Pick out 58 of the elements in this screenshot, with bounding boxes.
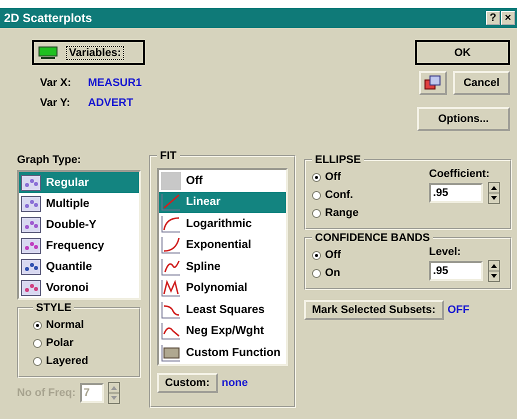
ok-button[interactable]: OK xyxy=(415,40,510,65)
custom-value: none xyxy=(222,376,248,388)
custom-button[interactable]: Custom: xyxy=(157,372,218,392)
options-button[interactable]: Options... xyxy=(417,107,510,131)
close-button[interactable]: × xyxy=(501,11,515,25)
chart-icon xyxy=(21,196,41,212)
graph-type-item[interactable]: Multiple xyxy=(19,193,139,214)
fit-item[interactable]: Custom Function xyxy=(159,342,286,364)
var-x-value: MEASUR1 xyxy=(88,77,142,89)
graph-type-item[interactable]: Regular xyxy=(19,172,139,193)
style-title: STYLE xyxy=(35,302,72,314)
help-button[interactable]: ? xyxy=(486,11,500,25)
monitor-icon xyxy=(38,46,58,60)
chart-icon xyxy=(21,258,41,274)
fit-item[interactable]: Polynomial xyxy=(159,278,286,299)
fit-item[interactable]: Logarithmic xyxy=(159,213,286,234)
graph-type-item[interactable]: Voronoi xyxy=(19,277,139,298)
ellipse-title: ELLIPSE xyxy=(314,154,362,166)
graph-type-item[interactable]: Double-Y xyxy=(19,214,139,235)
style-radio[interactable]: Polar xyxy=(33,334,133,352)
chart-icon xyxy=(21,216,41,232)
window-title: 2D Scatterplots xyxy=(4,11,92,25)
style-radio[interactable]: Layered xyxy=(33,352,133,370)
fit-item[interactable]: Neg Exp/Wght xyxy=(159,320,286,342)
windows-icon-button[interactable] xyxy=(419,71,447,95)
coefficient-label: Coefficient: xyxy=(429,168,490,180)
fit-item[interactable]: Least Squares xyxy=(159,299,286,320)
chart-icon xyxy=(21,280,41,296)
chart-icon xyxy=(21,174,41,190)
confidence-radio[interactable]: On xyxy=(312,264,341,282)
fit-title: FIT xyxy=(159,150,178,162)
level-field[interactable]: .95 xyxy=(429,261,483,281)
coefficient-field[interactable]: .95 xyxy=(429,183,483,203)
var-x-label: Var X: xyxy=(40,77,72,89)
graph-type-item[interactable]: Quantile xyxy=(19,256,139,277)
spinner-icon[interactable] xyxy=(488,182,500,204)
var-y-value: ADVERT xyxy=(88,97,134,109)
confidence-radio[interactable]: Off xyxy=(312,246,341,264)
cancel-button[interactable]: Cancel xyxy=(453,71,510,95)
fit-item[interactable]: Spline xyxy=(159,256,286,278)
fit-item[interactable]: Linear xyxy=(159,192,286,213)
spinner-icon[interactable] xyxy=(488,260,500,282)
style-radio[interactable]: Normal xyxy=(33,316,133,334)
graph-type-label: Graph Type: xyxy=(17,154,82,166)
ellipse-radio[interactable]: Range xyxy=(312,204,359,222)
level-label: Level: xyxy=(429,246,462,258)
fit-item[interactable]: Exponential xyxy=(159,234,286,256)
graph-type-item[interactable]: Frequency xyxy=(19,235,139,256)
mark-subsets-value: OFF xyxy=(448,304,470,316)
confidence-bands-title: CONFIDENCE BANDS xyxy=(314,232,431,244)
ellipse-radio[interactable]: Off xyxy=(312,168,359,186)
var-y-label: Var Y: xyxy=(40,97,72,109)
mark-selected-subsets-button[interactable]: Mark Selected Subsets: xyxy=(304,300,444,320)
ellipse-radio[interactable]: Conf. xyxy=(312,186,359,204)
windows-icon xyxy=(424,75,442,91)
fit-item[interactable]: Off xyxy=(159,170,286,192)
variables-button[interactable]: Variables: xyxy=(32,40,145,65)
chart-icon xyxy=(21,238,41,254)
